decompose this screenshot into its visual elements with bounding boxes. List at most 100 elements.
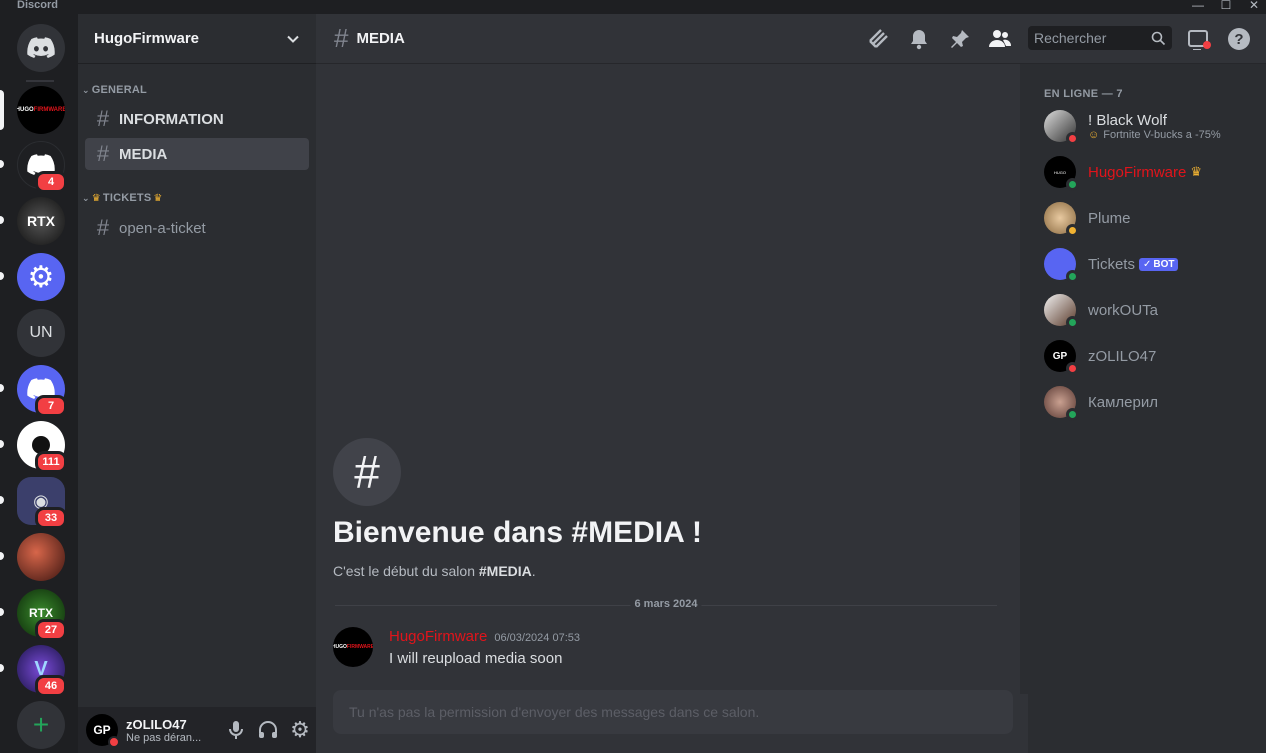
composer-placeholder: Tu n'as pas la permission d'envoyer des …	[349, 704, 760, 720]
help-button[interactable]: ?	[1226, 26, 1252, 52]
svg-text:?: ?	[1234, 31, 1243, 48]
microphone-icon	[229, 721, 243, 739]
pinned-messages-button[interactable]	[947, 26, 973, 52]
rail-separator	[26, 80, 54, 82]
member-item[interactable]: Камлерил	[1036, 381, 1258, 423]
unread-pill	[0, 216, 4, 224]
date-label: 6 mars 2024	[630, 598, 702, 610]
online-status-icon	[1066, 408, 1079, 421]
maximize-icon[interactable]: ☐	[1214, 0, 1238, 12]
channel-media[interactable]: # MEDIA	[85, 138, 309, 170]
hash-icon: #	[96, 215, 110, 240]
member-name: ! Black Wolf	[1088, 111, 1167, 129]
unread-pill	[0, 496, 4, 504]
add-server-button[interactable]: +	[17, 701, 65, 749]
guild-name: HugoFirmware	[94, 30, 200, 47]
unread-pill	[0, 272, 4, 280]
plus-icon: +	[32, 709, 50, 740]
threads-button[interactable]	[866, 26, 892, 52]
server-un[interactable]: UN	[17, 309, 65, 357]
hugofirmware-logo-icon: HUGOFIRMWARE	[17, 107, 65, 113]
member-item[interactable]: Tickets ✓ BOT	[1036, 243, 1258, 285]
deafen-button[interactable]	[252, 714, 284, 746]
inbox-button[interactable]	[1186, 26, 1212, 52]
avatar	[1044, 202, 1079, 237]
avatar	[1044, 294, 1079, 329]
member-name: HugoFirmware	[1088, 163, 1187, 181]
server-photo[interactable]	[17, 533, 65, 581]
member-name-row: Tickets ✓ BOT	[1088, 255, 1179, 273]
server-folder[interactable]: ◉ 33	[17, 477, 67, 529]
member-item[interactable]: workOUTa	[1036, 289, 1258, 331]
category-label: TICKETS	[102, 192, 152, 204]
channel-label: INFORMATION	[119, 110, 224, 128]
channel-open-a-ticket[interactable]: # open-a-ticket	[85, 212, 309, 244]
member-item[interactable]: ! Black Wolf ☺ Fortnite V-bucks a -75%	[1036, 105, 1258, 147]
user-info[interactable]: zOLILO47 Ne pas déran...	[126, 717, 220, 744]
status-text: Fortnite V-bucks a -75%	[1103, 128, 1221, 141]
member-list-button[interactable]	[987, 26, 1013, 52]
notifications-button[interactable]	[906, 26, 932, 52]
member-item[interactable]: Plume	[1036, 197, 1258, 239]
server-gear[interactable]: ⚙	[17, 253, 65, 301]
member-name: workOUTa	[1088, 301, 1159, 319]
unread-badge: 4	[35, 171, 67, 193]
category-tickets[interactable]: ⌄ ♛ TICKETS ♛	[82, 192, 163, 204]
close-icon[interactable]: ✕	[1242, 0, 1266, 12]
server-discord-1[interactable]: 4	[17, 141, 67, 193]
server-rtx-shop[interactable]: RTX 27	[17, 589, 67, 641]
crown-icon: ♛	[91, 192, 101, 204]
server-hugofirmware[interactable]: HUGOFIRMWARE	[17, 86, 65, 134]
server-nc[interactable]: 111	[17, 421, 67, 473]
username: zOLILO47	[126, 716, 187, 732]
message-author[interactable]: HugoFirmware	[389, 628, 487, 645]
server-rail: HUGOFIRMWARE 4 RTX ⚙ UN 7 111 ◉ 33 RTX 2…	[0, 14, 78, 753]
avatar: HUGO	[1044, 156, 1079, 191]
server-v[interactable]: V 46	[17, 645, 67, 697]
minimize-icon[interactable]: —	[1186, 0, 1210, 12]
discord-logo-icon	[27, 37, 55, 58]
pin-icon	[951, 30, 969, 48]
search-icon	[1151, 31, 1166, 46]
message-timestamp: 06/03/2024 07:53	[494, 632, 580, 644]
member-category: EN LIGNE — 7	[1044, 88, 1123, 100]
welcome-title: Bienvenue dans #MEDIA !	[333, 516, 702, 549]
idle-status-icon	[1066, 224, 1079, 237]
user-settings-button[interactable]: ⚙	[284, 714, 316, 746]
unread-badge: 46	[35, 675, 67, 697]
server-discord-2[interactable]: 7	[17, 365, 67, 417]
bot-label: BOT	[1153, 258, 1175, 270]
gear-icon: ⚙	[290, 717, 310, 742]
member-name: Plume	[1088, 209, 1131, 227]
headphones-icon	[259, 721, 277, 738]
mute-button[interactable]	[220, 714, 252, 746]
hash-icon: #	[334, 23, 349, 53]
scrollbar[interactable]	[1020, 64, 1028, 694]
online-status-icon	[1066, 178, 1079, 191]
user-panel: GP zOLILO47 Ne pas déran... ⚙	[78, 707, 316, 753]
server-rtx[interactable]: RTX	[17, 197, 65, 245]
member-name: Tickets	[1088, 255, 1135, 273]
channel-information[interactable]: # INFORMATION	[85, 103, 309, 135]
category-general[interactable]: ⌄ GENERAL	[82, 84, 147, 96]
channel-title: MEDIA	[356, 30, 405, 47]
guild-header[interactable]: HugoFirmware	[78, 14, 316, 64]
member-name: Камлерил	[1088, 393, 1158, 411]
active-server-pill	[0, 90, 4, 130]
search-placeholder: Rechercher	[1034, 30, 1107, 46]
direct-messages-button[interactable]	[17, 24, 65, 72]
channel-sidebar: HugoFirmware ⌄ GENERAL # INFORMATION # M…	[78, 14, 316, 753]
threads-icon	[869, 29, 888, 48]
message-avatar[interactable]: HUGOFIRMWARE	[333, 627, 373, 667]
chat-area: # Bienvenue dans #MEDIA ! C'est le début…	[316, 14, 1028, 753]
member-item[interactable]: GP zOLILO47	[1036, 335, 1258, 377]
welcome-channel-mention: #MEDIA	[478, 563, 532, 579]
avatar[interactable]: GP	[86, 714, 120, 748]
member-custom-status: ☺ Fortnite V-bucks a -75%	[1088, 129, 1221, 141]
member-name: zOLILO47	[1088, 347, 1157, 365]
search-input[interactable]: Rechercher	[1028, 26, 1172, 50]
member-name-row: HugoFirmware ♛	[1088, 164, 1202, 181]
member-item[interactable]: HUGO HugoFirmware ♛	[1036, 151, 1258, 193]
hugofirmware-logo-icon: HUGO	[1054, 169, 1066, 175]
user-logo-icon: GP	[93, 723, 111, 737]
